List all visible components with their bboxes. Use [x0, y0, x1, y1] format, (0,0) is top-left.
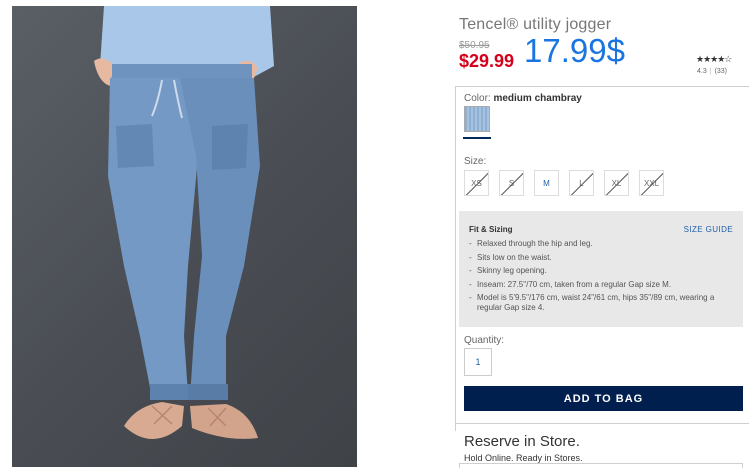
fit-detail-item: Model is 5'9.5"/176 cm, waist 24"/61 cm,… — [469, 293, 733, 313]
add-to-bag-button[interactable]: ADD TO BAG — [464, 386, 743, 411]
jogger-illustration — [94, 6, 274, 439]
promo-price: 17.99$ — [524, 32, 625, 69]
fit-detail-item: Inseam: 27.5"/70 cm, taken from a regula… — [469, 280, 733, 290]
product-image[interactable] — [12, 6, 357, 467]
size-option-xl[interactable]: XL — [604, 170, 629, 196]
reserve-title: Reserve in Store. — [464, 433, 580, 450]
rating-summary[interactable]: 4.3 | (33) — [697, 68, 727, 75]
rating-separator: | — [709, 68, 712, 75]
size-guide-link[interactable]: SIZE GUIDE — [684, 225, 733, 234]
quantity-select[interactable]: 1 — [464, 348, 492, 376]
size-option-xxl[interactable]: XXL — [639, 170, 664, 196]
reserve-store-box[interactable] — [459, 463, 743, 468]
original-price: $50.95 — [459, 40, 490, 51]
size-option-l[interactable]: L — [569, 170, 594, 196]
selected-swatch-indicator — [463, 137, 491, 139]
fit-detail-item: Skinny leg opening. — [469, 266, 733, 276]
color-swatch-medium-chambray[interactable] — [464, 106, 490, 132]
fit-details-list: Relaxed through the hip and leg. Sits lo… — [469, 239, 733, 317]
reserve-divider — [455, 423, 749, 424]
fit-title: Fit & Sizing — [469, 225, 513, 234]
size-option-xs[interactable]: XS — [464, 170, 489, 196]
fit-and-sizing-box: Fit & Sizing SIZE GUIDE Relaxed through … — [459, 211, 743, 327]
size-label: Size: — [464, 156, 487, 167]
color-name: medium chambray — [493, 93, 582, 104]
size-option-m[interactable]: M — [534, 170, 559, 196]
fit-detail-item: Sits low on the waist. — [469, 253, 733, 263]
quantity-label: Quantity: — [464, 335, 505, 346]
reserve-subtitle: Hold Online. Ready in Stores. — [464, 453, 583, 463]
size-option-s[interactable]: S — [499, 170, 524, 196]
star-rating-icon[interactable]: ★★★★☆ — [696, 54, 732, 65]
sale-price: $29.99 — [459, 51, 515, 71]
rating-value: 4.3 — [697, 68, 707, 75]
color-label: Color: medium chambray — [464, 93, 582, 104]
fit-detail-item: Relaxed through the hip and leg. — [469, 239, 733, 249]
review-count: (33) — [714, 68, 728, 75]
color-label-text: Color: — [464, 93, 491, 104]
